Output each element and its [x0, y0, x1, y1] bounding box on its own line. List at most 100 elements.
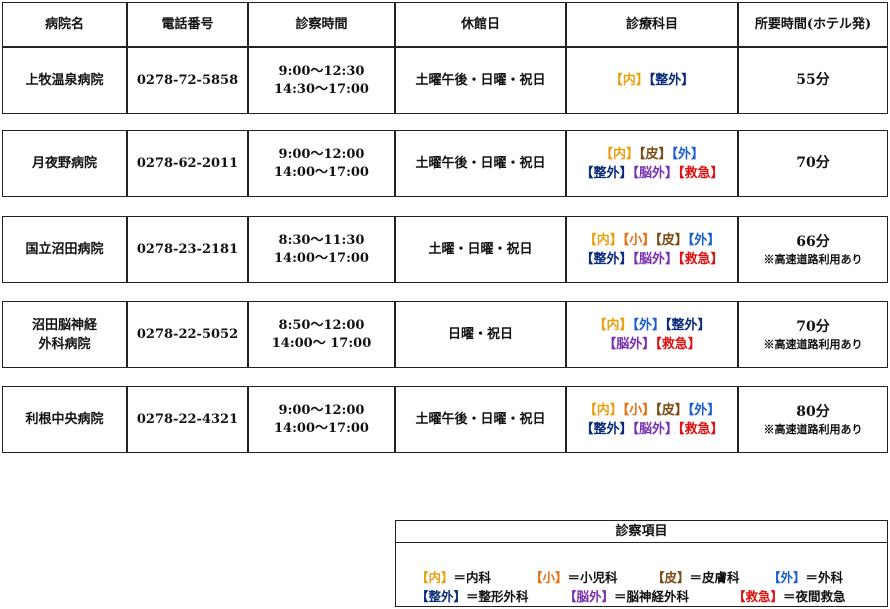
department-tag: 【外】: [687, 402, 721, 418]
phone-cell: 0278-23-2181: [127, 216, 248, 283]
hours-line: 14:00～17:00: [274, 164, 369, 180]
department-tag: 【救急】: [678, 165, 724, 181]
department-tag: 【内】: [583, 232, 623, 248]
departments-cell: 【内】【皮】【外】 【整外】【脳外】【救急】: [566, 130, 738, 197]
closed-days-cell: 土曜午後・日曜・祝日: [395, 47, 566, 114]
hospital-name-cell: 上牧温泉病院: [2, 47, 127, 114]
legend-tag: 【救急】: [733, 589, 784, 604]
department-tag: 【脳外】: [632, 251, 678, 267]
closed-days-cell: 土曜午後・日曜・祝日: [395, 386, 566, 453]
hours-line: 9:00～12:00: [278, 402, 365, 418]
department-line: 【整外】【脳外】【救急】: [580, 164, 723, 183]
travel-time-cell: 80分 ※高速道路利用あり: [738, 386, 888, 453]
hospital-name: 利根中央病院: [25, 412, 104, 427]
header-label: 電話番号: [161, 17, 214, 32]
travel-time: 80分: [796, 403, 830, 420]
header-phone-number: 電話番号: [127, 2, 248, 47]
legend-tag: 【外】: [768, 570, 806, 585]
department-tag: 【脳外】: [632, 421, 678, 437]
departments-cell: 【内】【整外】: [566, 47, 738, 114]
closed-days: 土曜午後・日曜・祝日: [415, 412, 546, 427]
phone-cell: 0278-62-2011: [127, 130, 248, 197]
legend-tag: 【小】: [530, 570, 568, 585]
hospital-name: 上牧温泉病院: [25, 73, 104, 88]
travel-time-cell: 66分 ※高速道路利用あり: [738, 216, 888, 283]
department-line: 【整外】【脳外】【救急】: [580, 250, 723, 269]
hours-line: 14:00～17:00: [274, 250, 369, 266]
department-tag: 【内】: [593, 317, 633, 333]
phone-number: 0278-22-5052: [136, 327, 239, 342]
closed-days: 日曜・祝日: [447, 327, 513, 342]
legend-item: 【救急】＝夜間救急: [733, 586, 846, 605]
header-label: 診療科目: [625, 17, 678, 32]
department-tag: 【脳外】: [603, 336, 656, 352]
hospital-name: 沼田脳神経: [31, 317, 97, 333]
department-line: 【内】【外】【整外】: [593, 316, 710, 335]
phone-number: 0278-62-2011: [136, 156, 239, 171]
department-line: 【整外】【脳外】【救急】: [580, 420, 723, 439]
department-tag: 【内】: [599, 146, 639, 162]
hours-cell: 9:00～12:00 14:00～17:00: [248, 386, 395, 453]
hospital-name-cell: 月夜野病院: [2, 130, 127, 197]
department-tag: 【整外】: [580, 421, 633, 437]
highway-note: ※高速道路利用あり: [763, 252, 863, 266]
legend-desc: ＝夜間救急: [783, 589, 846, 604]
travel-time: 66分: [796, 233, 830, 250]
department-tag: 【整外】: [648, 73, 695, 88]
header-label: 所要時間(ホテル発): [754, 17, 872, 32]
department-line: 【内】【皮】【外】: [600, 145, 704, 164]
header-hospital-name: 病院名: [2, 2, 127, 47]
header-label: 休館日: [460, 17, 500, 32]
legend-desc: ＝整形外科: [466, 589, 529, 604]
header-travel-time: 所要時間(ホテル発): [738, 2, 888, 47]
legend-item: 【整外】＝整形外科: [416, 586, 529, 605]
department-tag: 【小】: [622, 232, 656, 248]
legend-item: 【皮】＝皮膚科: [652, 567, 740, 586]
department-tag: 【救急】: [678, 251, 724, 267]
highway-note: ※高速道路利用あり: [763, 337, 863, 351]
closed-days: 土曜・日曜・祝日: [428, 242, 533, 257]
department-tag: 【整外】: [580, 251, 633, 267]
departments-cell: 【内】【外】【整外】 【脳外】【救急】: [566, 301, 738, 368]
department-tag: 【皮】: [638, 146, 672, 162]
hours-line: 14:00～ 17:00: [271, 335, 372, 351]
department-tag: 【外】: [671, 146, 705, 162]
hours-line: 14:30～17:00: [274, 81, 369, 97]
department-tag: 【内】: [583, 402, 623, 418]
departments-cell: 【内】【小】【皮】【外】 【整外】【脳外】【救急】: [566, 216, 738, 283]
hospital-name: 外科病院: [38, 336, 91, 352]
phone-cell: 0278-72-5858: [127, 47, 248, 114]
legend-desc: ＝内科: [453, 570, 492, 585]
department-tag: 【整外】: [665, 317, 711, 333]
department-line: 【脳外】【救急】: [603, 335, 701, 354]
department-line: 【内】【整外】: [610, 71, 695, 90]
legend-desc: ＝脳神経外科: [614, 589, 690, 604]
legend-item: 【小】＝小児科: [530, 567, 618, 586]
hours-cell: 8:50～12:00 14:00～ 17:00: [248, 301, 395, 368]
department-tag: 【整外】: [580, 165, 633, 181]
legend-item: 【脳外】＝脳神経外科: [564, 586, 689, 605]
hospital-name-cell: 国立沼田病院: [2, 216, 127, 283]
travel-time-cell: 55分: [738, 47, 888, 114]
header-consult-hours: 診察時間: [248, 2, 395, 47]
hours-line: 14:00～17:00: [274, 420, 369, 436]
travel-time: 70分: [796, 155, 830, 171]
closed-days: 土曜午後・日曜・祝日: [415, 156, 546, 171]
legend-tag: 【皮】: [652, 570, 690, 585]
legend-desc: ＝小児科: [567, 570, 618, 585]
hours-line: 8:50～12:00: [278, 317, 365, 333]
department-tag: 【外】: [632, 317, 665, 333]
department-tag: 【外】: [687, 232, 721, 248]
header-label: 病院名: [44, 17, 84, 32]
highway-note: ※高速道路利用あり: [763, 422, 863, 436]
legend-tag: 【内】: [416, 570, 454, 585]
hospital-name-cell: 沼田脳神経 外科病院: [2, 301, 127, 368]
department-tag: 【脳外】: [632, 165, 678, 181]
department-tag: 【救急】: [655, 336, 701, 352]
phone-number: 0278-22-4321: [136, 412, 239, 427]
legend-item: 【内】＝内科: [416, 567, 491, 586]
phone-number: 0278-72-5858: [136, 73, 239, 88]
legend-title: 診察項目: [396, 521, 887, 543]
header-departments: 診療科目: [566, 2, 738, 47]
legend-box: 診察項目 【内】＝内科 【小】＝小児科 【皮】＝皮膚科 【外】＝外科 【整外】＝整形外…: [395, 520, 888, 607]
